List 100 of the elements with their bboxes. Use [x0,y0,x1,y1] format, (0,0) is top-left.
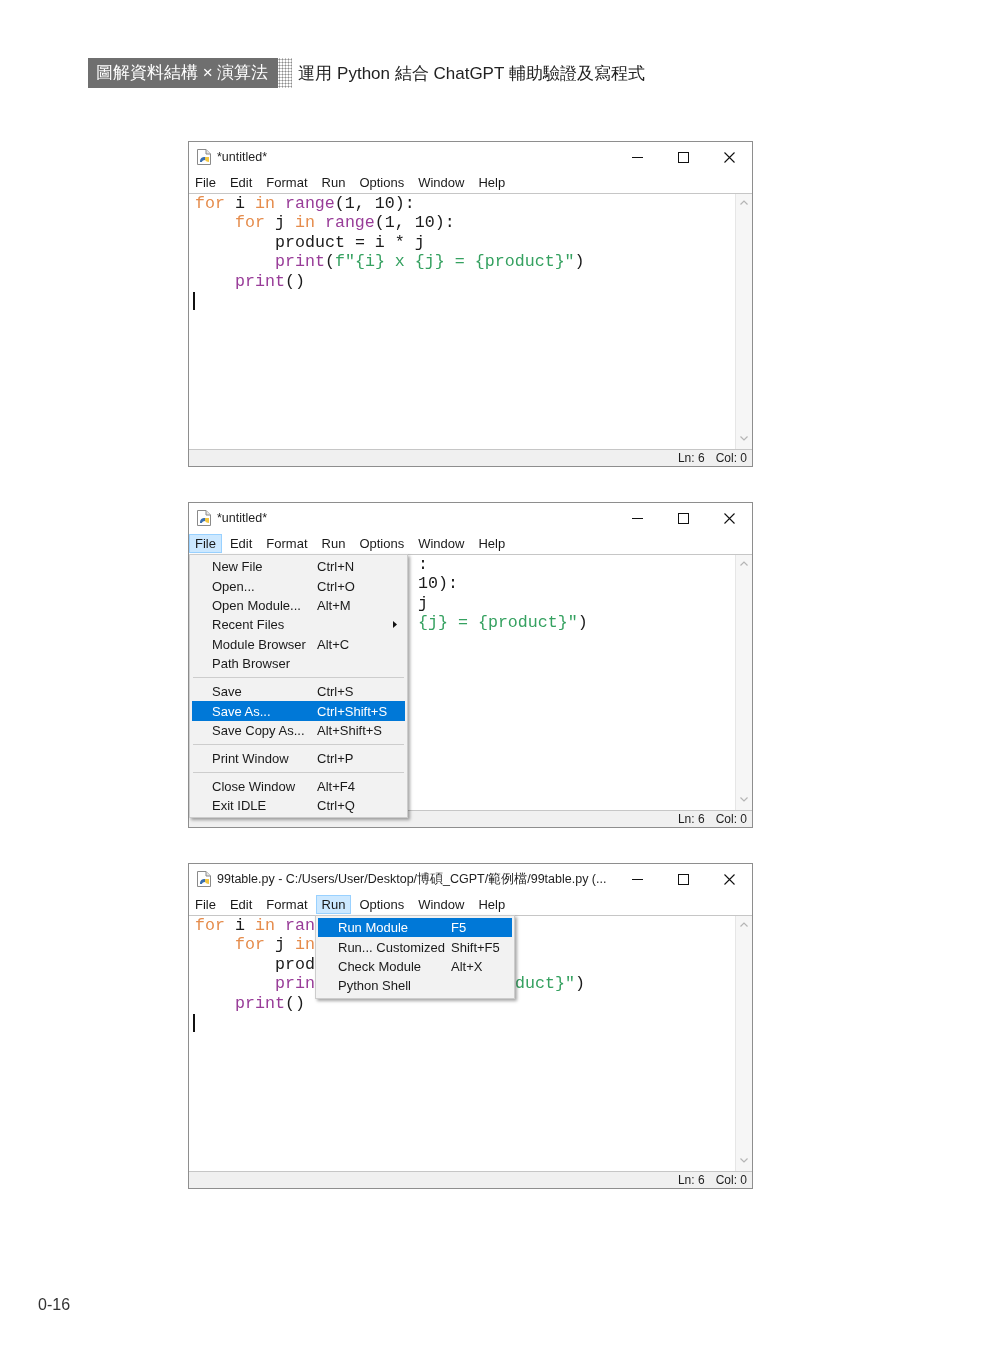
document-icon [197,510,211,526]
keyboard-shortcut: F5 [451,920,467,936]
scrollbar[interactable] [735,916,752,1171]
menu-item[interactable]: Check Module Alt+X [318,956,512,977]
document-icon [197,871,211,887]
menu-item[interactable]: Save Copy As... Alt+Shift+S [192,720,405,741]
keyboard-shortcut: Alt+C [317,636,350,652]
menu-bar-item[interactable]: File [189,895,222,914]
close-icon [723,873,735,885]
code-line: print() [235,993,305,1013]
keyboard-shortcut: Ctrl+P [317,750,354,766]
menu-bar-item[interactable]: Window [412,173,471,192]
code-line: j [418,593,428,613]
menu-bar-item[interactable]: Window [412,534,471,553]
menu-item[interactable]: Print Window Ctrl+P [192,748,405,769]
menu-bar-item[interactable]: Help [472,534,512,553]
menu-item[interactable]: Module Browser Alt+C [192,634,405,654]
keyboard-shortcut: Ctrl+Shift+S [317,703,388,719]
code-line: print(f"{i} x {j} = {product}") [275,252,585,272]
keyboard-shortcut: Alt+M [317,597,351,613]
scrollbar[interactable] [735,194,752,449]
column-indicator: Col: 0 [715,1173,747,1187]
menu-bar-item[interactable]: Help [472,173,512,192]
code-line: prin [275,974,315,994]
code-line: 10): [418,574,458,594]
code-line: for i in range(1, 10): [195,194,415,213]
menu-item[interactable]: Path Browser [192,653,405,674]
close-icon [723,512,735,524]
code-line: for j in range(1, 10): [235,213,455,233]
code-line: for j in [235,935,315,955]
minimize-icon [631,156,643,158]
page-number: 0-16 [38,1296,71,1314]
minimize-icon [631,517,643,519]
chevron-up-icon [740,561,748,566]
minimize-icon [631,878,643,880]
maximize-icon [677,873,689,885]
menu-item[interactable]: Recent Files [192,615,405,635]
maximize-icon [677,512,689,524]
window-title: *untitled* [217,150,268,164]
menu-bar-item[interactable]: Edit [223,534,259,553]
menu-item[interactable]: Run Module F5 [318,918,512,938]
chevron-down-icon [740,797,748,802]
menu-bar-item[interactable]: File [189,534,222,553]
chevron-up-icon [740,200,748,205]
keyboard-shortcut: Alt+X [451,958,483,974]
line-indicator: Ln: 6 [677,1173,705,1187]
code-line: duct}") [515,974,585,994]
keyboard-shortcut: Ctrl+Q [317,798,355,814]
code-line: for i in ran [195,916,315,935]
close-icon [723,151,735,163]
menu-bar-item[interactable]: Edit [223,173,259,192]
keyboard-shortcut: Ctrl+N [317,559,355,575]
menu-bar-item[interactable]: File [189,173,222,192]
halftone-decoration [278,58,293,88]
menu-item[interactable]: Run... Customized Shift+F5 [318,937,512,957]
menu-bar-item[interactable]: Run [315,534,352,553]
menu-bar-item[interactable]: Edit [223,895,259,914]
menu-bar-item[interactable]: Format [260,895,314,914]
chevron-down-icon [740,1158,748,1163]
menu-item[interactable]: Python Shell [318,976,512,996]
code-line: : [418,555,428,574]
book-title: 圖解資料結構 × 演算法 [88,58,279,88]
code-editor[interactable]: for i in ran for j in prod prin duct}") print() Run Module F5 Run... Customized Shift+F5 Check Module Alt+X Python Shell [189,916,735,1171]
menu-bar-item[interactable]: Options [353,895,411,914]
chevron-down-icon [740,436,748,441]
keyboard-shortcut: Ctrl+S [317,684,354,700]
keyboard-shortcut: Ctrl+O [317,578,355,594]
code-line: print() [235,271,305,291]
chevron-up-icon [740,922,748,927]
document-icon [197,149,211,165]
keyboard-shortcut: Shift+F5 [451,939,500,955]
menu-item[interactable]: Open... Ctrl+O [192,576,405,596]
menu-item[interactable]: Save Ctrl+S [192,681,405,702]
line-indicator: Ln: 6 [677,812,705,826]
column-indicator: Col: 0 [715,812,747,826]
menu-item[interactable]: Save As... Ctrl+Shift+S [192,701,405,721]
menu-item[interactable]: New File Ctrl+N [192,557,405,577]
column-indicator: Col: 0 [715,451,747,465]
window-title: *untitled* [217,511,268,525]
menu-item[interactable]: Open Module... Alt+M [192,595,405,616]
menu-item[interactable]: Close Window Alt+F4 [192,776,405,797]
maximize-icon [677,151,689,163]
menu-bar-item[interactable]: Options [353,534,411,553]
code-line: {j} = {product}") [418,613,588,633]
window-title: 99table.py - C:/Users/User/Desktop/博碩_CGPT/範例檔/99table.py (... [217,870,607,888]
menu-bar-item[interactable]: Window [412,895,471,914]
menu-bar-item[interactable]: Help [472,895,512,914]
code-line: product = i * j [275,232,425,252]
line-indicator: Ln: 6 [677,451,705,465]
code-editor[interactable]: for i in range(1, 10): for j in range(1, 10): product = i * j print(f"{i} x {j} = {product}") print() [189,194,735,449]
keyboard-shortcut: Alt+F4 [317,778,355,794]
menu-bar-item[interactable]: Options [353,173,411,192]
keyboard-shortcut: Alt+Shift+S [317,722,383,738]
menu-bar-item[interactable]: Run [315,173,352,192]
menu-bar-item[interactable]: Format [260,173,314,192]
menu-item[interactable]: Exit IDLE Ctrl+Q [192,796,405,816]
menu-bar-item[interactable]: Format [260,534,314,553]
code-line: prod [275,954,315,974]
scrollbar[interactable] [735,555,752,810]
menu-bar-item[interactable]: Run [315,895,352,914]
